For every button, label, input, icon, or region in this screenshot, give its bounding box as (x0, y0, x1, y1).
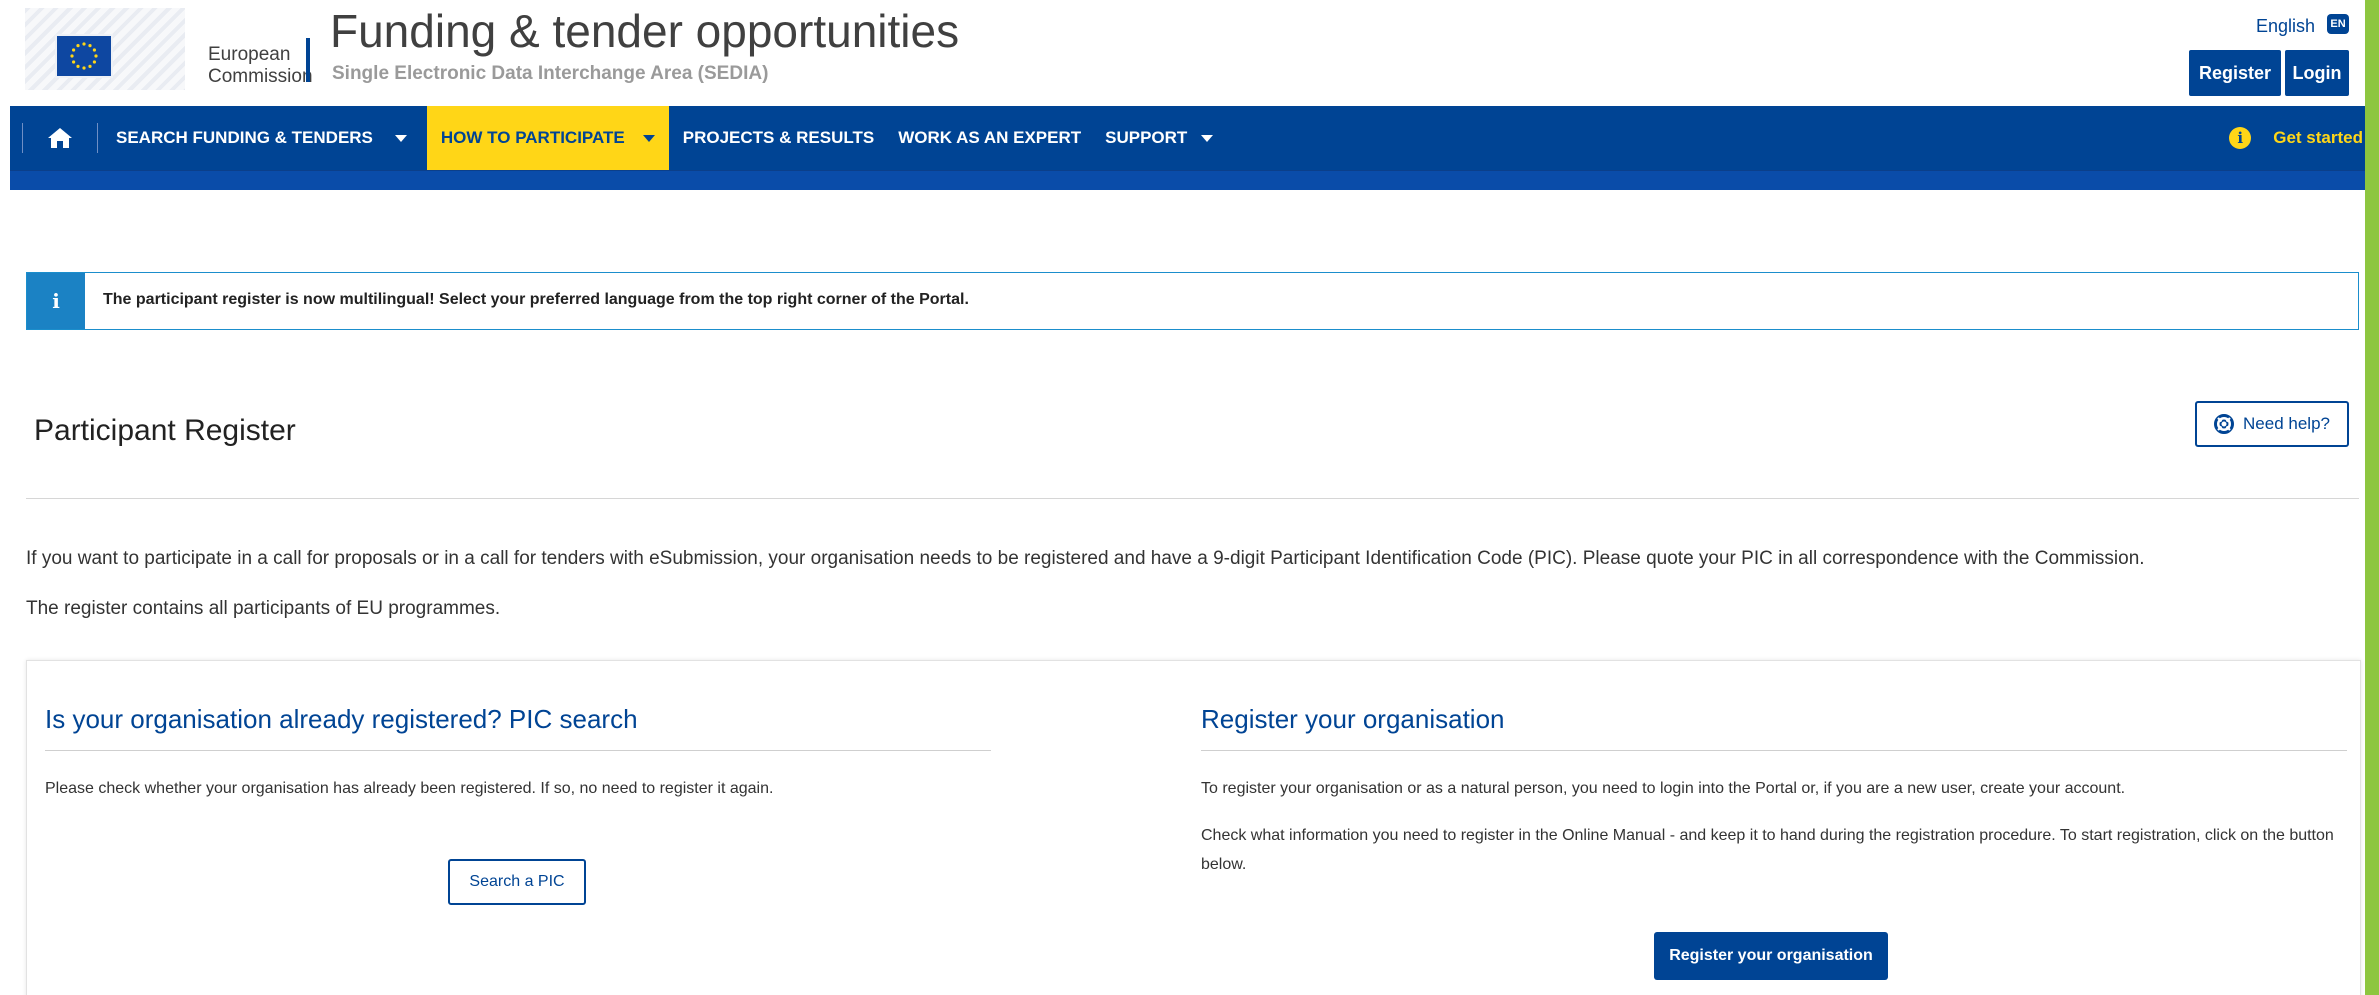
site-title[interactable]: Funding & tender opportunities (330, 4, 959, 58)
nav-support[interactable]: SUPPORT (1095, 106, 1227, 170)
site-header: European Commission Funding & tender opp… (0, 0, 2365, 106)
register-org-divider (1201, 750, 2347, 751)
lifebuoy-icon (2214, 414, 2235, 434)
info-icon: i (27, 273, 85, 329)
heading-divider (26, 498, 2359, 499)
nav-label: SEARCH FUNDING & TENDERS (116, 128, 373, 147)
home-icon[interactable] (27, 106, 93, 170)
eu-flag-icon (55, 34, 113, 78)
register-organisation-button[interactable]: Register your organisation (1654, 932, 1888, 980)
home-glyph (48, 128, 72, 148)
need-help-label: Need help? (2243, 414, 2330, 433)
logo-line-1: European (208, 44, 291, 65)
nav-label: HOW TO PARTICIPATE (440, 128, 625, 147)
language-selector[interactable]: English (2256, 16, 2315, 37)
intro-paragraph-2: The register contains all participants o… (26, 598, 501, 619)
search-pic-button[interactable]: Search a PIC (448, 859, 586, 905)
register-org-title: Register your organisation (1201, 704, 1505, 734)
right-edge-strip (2365, 0, 2379, 995)
need-help-button[interactable]: Need help? (2195, 401, 2349, 447)
login-button[interactable]: Login (2285, 50, 2349, 96)
page: European Commission Funding & tender opp… (0, 0, 2379, 995)
chevron-down-icon (642, 134, 655, 142)
get-started-label: Get started (2273, 128, 2363, 147)
main-navigation: SEARCH FUNDING & TENDERS HOW TO PARTICIP… (10, 106, 2365, 190)
european-commission-logo[interactable]: European Commission (25, 8, 313, 90)
pic-search-text: Please check whether your organisation h… (45, 780, 774, 797)
language-icon[interactable]: EN (2327, 14, 2349, 34)
nav-items: SEARCH FUNDING & TENDERS HOW TO PARTICIP… (10, 106, 1227, 170)
nav-label: SUPPORT (1105, 128, 1188, 147)
notice-text: The participant register is now multilin… (103, 291, 969, 308)
pic-search-divider (45, 750, 991, 751)
nav-label: WORK AS AN EXPERT (898, 128, 1082, 147)
get-started-link[interactable]: i Get started (2229, 106, 2365, 170)
info-icon: i (2229, 127, 2252, 149)
register-org-text-1: To register your organisation or as a na… (1201, 780, 2126, 797)
nav-work-as-expert[interactable]: WORK AS AN EXPERT (888, 106, 1095, 170)
register-panel: Is your organisation already registered?… (26, 660, 2361, 995)
logo-line-2: Commission (208, 66, 313, 87)
page-title: Participant Register (34, 414, 296, 447)
nav-separator (22, 123, 23, 153)
register-button[interactable]: Register (2189, 50, 2281, 96)
register-org-text-2: Check what information you need to regis… (1201, 827, 2334, 873)
logo-text: European Commission (182, 44, 313, 88)
nav-search-funding-tenders[interactable]: SEARCH FUNDING & TENDERS (102, 106, 421, 170)
nav-separator (97, 123, 98, 153)
nav-bottom-stripe (10, 170, 2365, 190)
eu-stars-icon (70, 42, 98, 70)
chevron-down-icon (394, 134, 407, 142)
chevron-down-icon (1201, 134, 1214, 142)
site-subtitle: Single Electronic Data Interchange Area … (332, 63, 769, 84)
multilingual-notice: i The participant register is now multil… (26, 272, 2359, 330)
intro-paragraph-1: If you want to participate in a call for… (26, 548, 2145, 569)
header-divider (306, 38, 310, 82)
nav-how-to-participate[interactable]: HOW TO PARTICIPATE (426, 106, 669, 170)
nav-label: PROJECTS & RESULTS (682, 128, 875, 147)
nav-projects-results[interactable]: PROJECTS & RESULTS (669, 106, 888, 170)
pic-search-title: Is your organisation already registered?… (45, 704, 638, 734)
